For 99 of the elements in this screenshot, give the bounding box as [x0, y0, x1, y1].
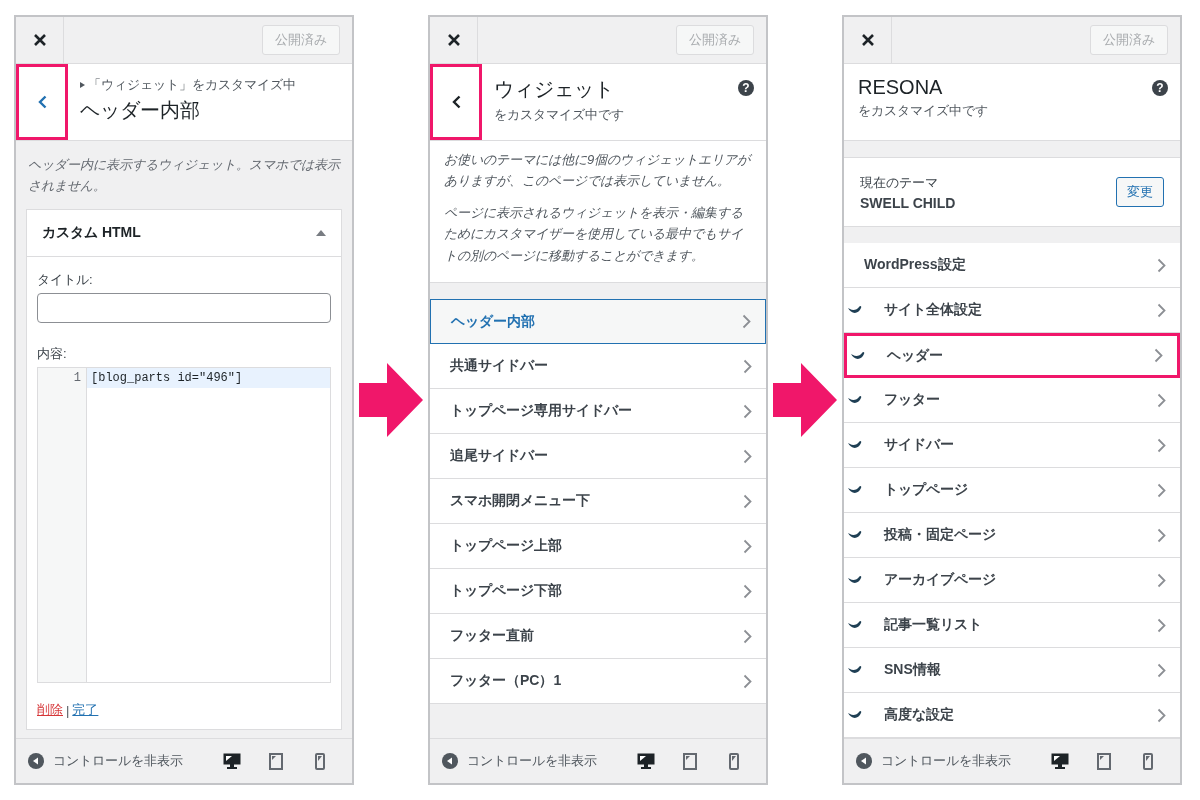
- field-label: タイトル:: [37, 270, 94, 289]
- menu-item[interactable]: スマホ開閉メニュー下: [430, 479, 766, 525]
- chevron-right-icon: [743, 448, 752, 464]
- menu-item[interactable]: フッター: [844, 378, 1180, 423]
- title-input[interactable]: [37, 292, 331, 323]
- back-button[interactable]: [430, 64, 482, 140]
- chevron-right-icon: [743, 583, 752, 599]
- field-label: 内容:: [37, 344, 68, 363]
- menu-item[interactable]: サイト全体設定: [844, 288, 1180, 333]
- desktop-icon: [637, 753, 655, 769]
- menu-item[interactable]: フッター（PC）1: [430, 659, 766, 705]
- desktop-icon: [1051, 753, 1069, 769]
- bird-icon: [848, 710, 862, 720]
- menu-item[interactable]: フッター直前: [430, 614, 766, 660]
- chevron-right-icon: [1157, 662, 1166, 678]
- bird-icon: [851, 350, 865, 361]
- bird-icon: [848, 305, 862, 315]
- chevron-right-icon: [742, 314, 751, 330]
- tablet-icon: [269, 752, 283, 770]
- chevron-right-icon: [1157, 617, 1166, 633]
- chevron-right-icon: [743, 358, 752, 374]
- info-note: ページに表示されるウィジェットを表示・編集するためにカスタマイザーを使用している最中でもサイトの別のページに移動することができます。: [444, 203, 744, 265]
- chevron-right-icon: [1157, 437, 1166, 453]
- collapse-triangle-icon[interactable]: [316, 229, 326, 236]
- close-icon: [861, 34, 874, 46]
- menu-item[interactable]: 投稿・固定ページ: [844, 513, 1180, 558]
- menu-item[interactable]: アーカイブページ: [844, 558, 1180, 603]
- close-icon: [33, 34, 46, 46]
- section-subtitle: をカスタマイズ中です: [494, 106, 625, 124]
- delete-link[interactable]: 削除: [37, 701, 63, 719]
- chevron-right-icon: [1157, 482, 1166, 498]
- bird-icon: [848, 530, 862, 540]
- bird-icon: [848, 395, 862, 405]
- info-note: お使いのテーマには他に9個のウィジェットエリアがありますが、このページでは表示していません。: [444, 151, 752, 191]
- section-title: ヘッダー内部: [80, 98, 201, 123]
- chevron-right-icon: [743, 493, 752, 509]
- bird-icon: [848, 665, 862, 675]
- hide-controls-button[interactable]: コントロールを非表示: [442, 752, 597, 770]
- menu-item[interactable]: サイドバー: [844, 423, 1180, 468]
- menu-item[interactable]: 追尾サイドバー: [430, 434, 766, 480]
- triangle-icon: [80, 82, 85, 88]
- change-theme-button[interactable]: 変更: [1116, 177, 1164, 207]
- collapse-icon: [28, 753, 44, 769]
- chevron-right-icon: [1157, 572, 1166, 588]
- chevron-right-icon: [743, 628, 752, 644]
- theme-label: 現在のテーマ: [860, 173, 939, 192]
- phone-icon: [1143, 752, 1153, 770]
- tablet-icon: [683, 752, 697, 770]
- chevron-right-icon: [1157, 302, 1166, 318]
- bird-icon: [848, 575, 862, 585]
- tablet-icon: [1097, 752, 1111, 770]
- menu-item[interactable]: 高度な設定: [844, 693, 1180, 738]
- help-icon[interactable]: ?: [738, 80, 754, 96]
- chevron-right-icon: [1157, 257, 1166, 273]
- menu-item[interactable]: トップページ下部: [430, 569, 766, 615]
- chevron-right-icon: [1154, 348, 1163, 363]
- menu-item[interactable]: 共通サイドバー: [430, 344, 766, 390]
- menu-item[interactable]: ヘッダー内部: [430, 299, 766, 345]
- arrow-right-icon: [773, 363, 837, 437]
- hide-controls-button[interactable]: コントロールを非表示: [28, 752, 183, 770]
- menu-item[interactable]: トップページ上部: [430, 524, 766, 570]
- bird-icon: [848, 620, 862, 630]
- chevron-left-icon: [37, 95, 47, 109]
- site-title: RESONA: [858, 76, 943, 99]
- code-editor[interactable]: 1 [blog_parts id="496"]: [37, 366, 331, 683]
- section-description: ヘッダー内に表示するウィジェット。スマホでは表示されません。: [27, 156, 342, 195]
- help-icon[interactable]: ?: [1152, 80, 1168, 96]
- hide-controls-button[interactable]: コントロールを非表示: [856, 752, 1011, 770]
- bird-icon: [848, 485, 862, 495]
- done-link[interactable]: 完了: [72, 701, 99, 719]
- menu-item[interactable]: WordPress設定: [844, 243, 1180, 288]
- arrow-right-icon: [359, 363, 423, 437]
- back-button[interactable]: [16, 64, 68, 140]
- close-icon: [447, 34, 460, 46]
- menu-item[interactable]: トップページ専用サイドバー: [430, 389, 766, 435]
- widget-title: カスタム HTML: [42, 223, 141, 242]
- desktop-icon: [223, 753, 241, 769]
- menu-item[interactable]: トップページ: [844, 468, 1180, 513]
- menu-item[interactable]: ヘッダー: [844, 333, 1180, 378]
- chevron-right-icon: [743, 403, 752, 419]
- chevron-right-icon: [743, 538, 752, 554]
- section-title: ウィジェット: [494, 77, 614, 102]
- link-separator: |: [66, 702, 70, 718]
- chevron-right-icon: [743, 673, 752, 689]
- collapse-icon: [442, 753, 458, 769]
- breadcrumb-text: 「ウィジェット」をカスタマイズ中: [88, 76, 296, 94]
- menu-item[interactable]: SNS情報: [844, 648, 1180, 693]
- section-subtitle: をカスタマイズ中です: [858, 102, 989, 120]
- chevron-right-icon: [1157, 707, 1166, 723]
- collapse-icon: [856, 753, 872, 769]
- theme-name: SWELL CHILD: [860, 194, 956, 211]
- menu-item[interactable]: 記事一覧リスト: [844, 603, 1180, 648]
- line-number: 1: [72, 370, 82, 385]
- chevron-right-icon: [1157, 527, 1166, 543]
- chevron-right-icon: [1157, 392, 1166, 408]
- bird-icon: [848, 440, 862, 450]
- chevron-left-icon: [451, 95, 461, 109]
- phone-icon: [315, 752, 325, 770]
- phone-icon: [729, 752, 739, 770]
